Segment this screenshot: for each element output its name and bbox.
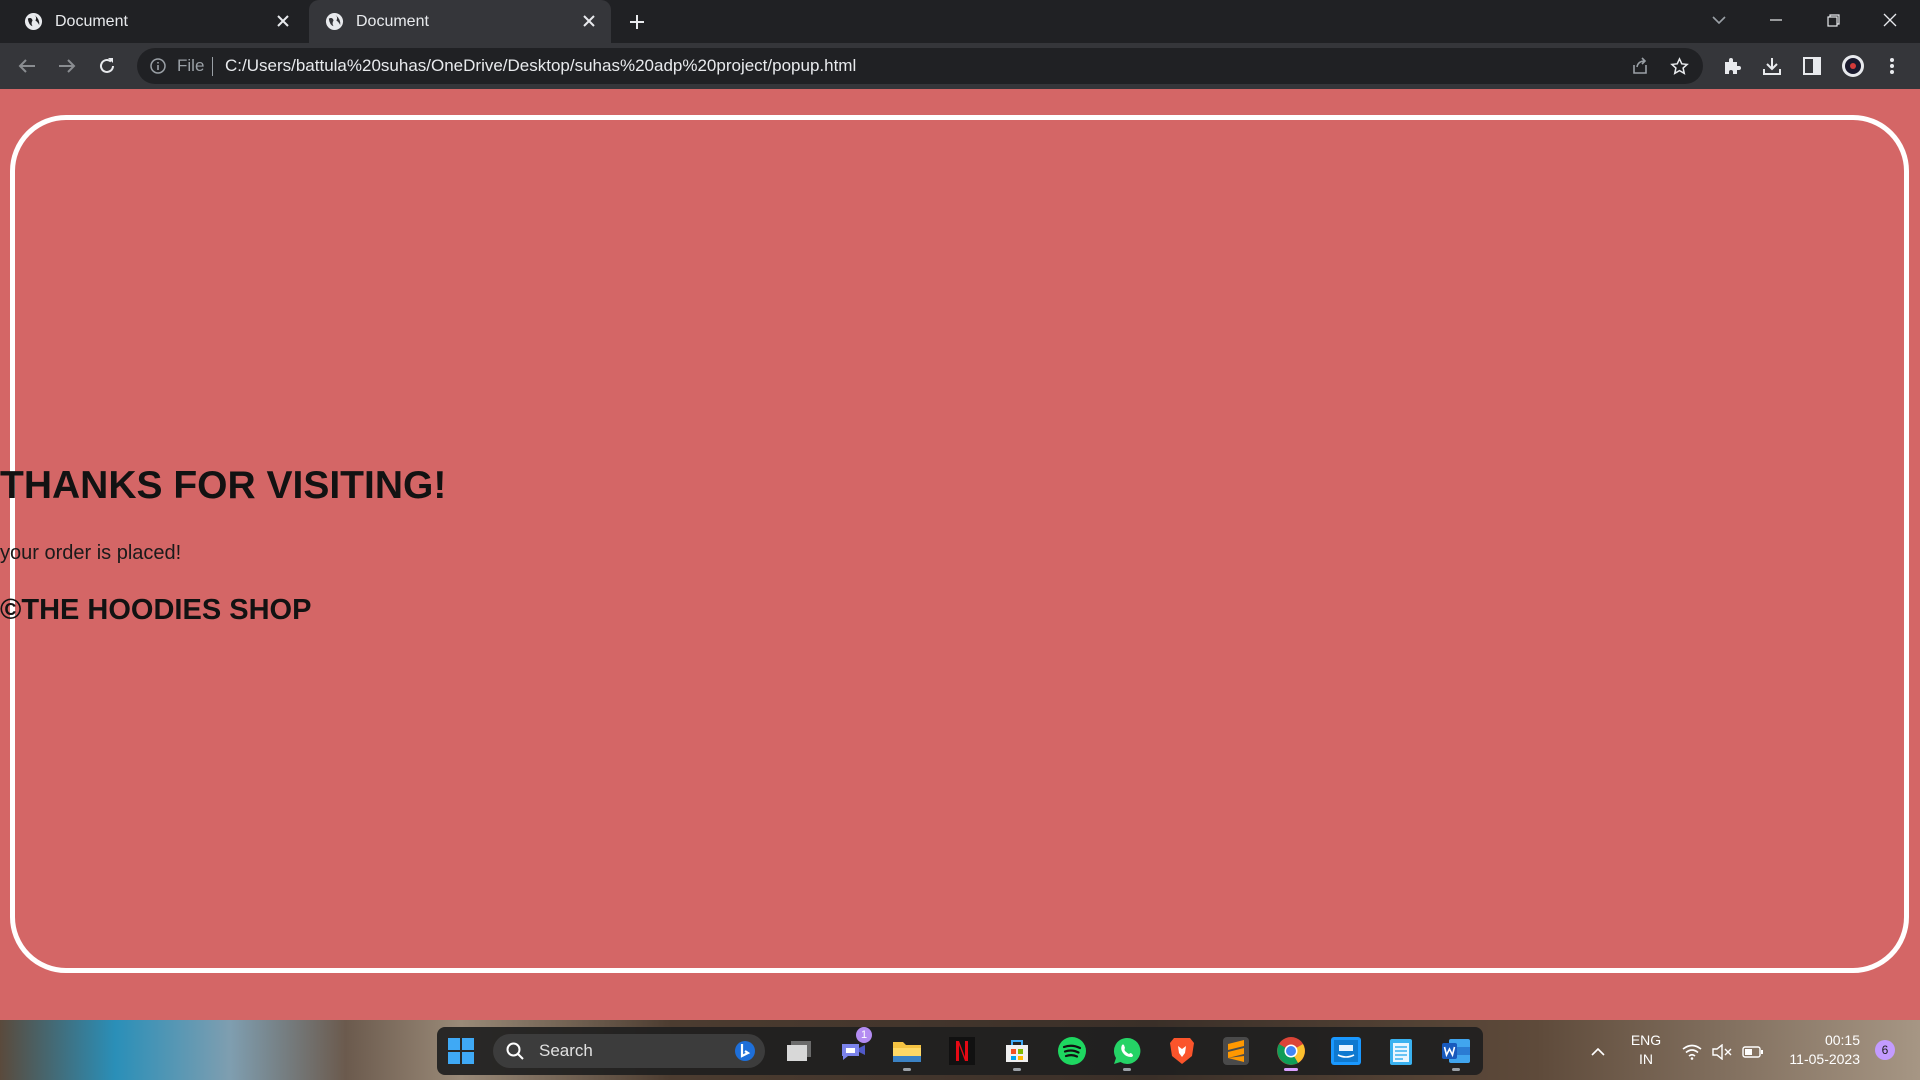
share-icon[interactable] [1630,56,1650,76]
running-indicator [1013,1068,1021,1071]
address-bar[interactable]: File C:/Users/battula%20suhas/OneDrive/D… [137,48,1703,84]
language-code: ENG [1630,1032,1662,1048]
running-indicator [1123,1068,1131,1071]
tab-strip: Document Document [0,0,1920,43]
globe-icon [325,12,344,31]
close-window-button[interactable] [1862,0,1918,40]
search-icon [505,1041,525,1061]
new-tab-button[interactable] [624,9,650,35]
info-icon[interactable] [149,57,167,75]
region-code: IN [1639,1051,1653,1067]
clock-time: 00:15 [1824,1032,1860,1048]
running-indicator [903,1068,911,1071]
close-tab-icon[interactable] [579,11,599,31]
tab-search-chevron-icon[interactable] [1691,0,1747,40]
show-hidden-icons-chevron-icon[interactable] [1586,1030,1610,1074]
teams-chat-icon[interactable]: 1 [832,1027,874,1072]
scheme-label: File [177,56,205,75]
tab-title: Document [356,12,429,30]
forward-button[interactable] [52,51,82,81]
bing-icon[interactable] [733,1039,757,1063]
bookmark-star-icon[interactable] [1669,56,1689,76]
side-panel-icon[interactable] [1800,54,1824,78]
back-button[interactable] [12,51,42,81]
file-explorer-icon[interactable] [886,1030,928,1072]
chat-badge: 1 [856,1027,872,1043]
task-view-icon[interactable] [778,1030,820,1072]
page-viewport: THANKS FOR VISITING! your order is place… [0,89,1920,1020]
prime-video-icon[interactable] [1325,1030,1367,1072]
scheme-divider [212,57,213,76]
spotify-icon[interactable] [1051,1030,1093,1072]
running-indicator [1452,1068,1460,1071]
notification-badge[interactable]: 6 [1875,1040,1895,1060]
url-text[interactable]: C:/Users/battula%20suhas/OneDrive/Deskto… [225,56,856,76]
notepad-icon[interactable] [1380,1030,1422,1072]
restore-button[interactable] [1805,0,1861,40]
extensions-icon[interactable] [1720,54,1744,78]
taskbar-search[interactable]: Search [493,1034,765,1068]
battery-icon[interactable] [1740,1030,1766,1074]
volume-muted-icon[interactable] [1710,1030,1734,1074]
tab-document-2[interactable]: Document [309,0,611,43]
wifi-icon[interactable] [1680,1030,1704,1074]
globe-icon [24,12,43,31]
microsoft-store-icon[interactable] [996,1030,1038,1072]
order-status-text: your order is placed! [0,542,182,564]
profile-avatar[interactable] [1841,54,1865,78]
running-indicator [1284,1068,1298,1071]
language-indicator[interactable]: ENG IN [1626,1031,1666,1069]
sublime-text-icon[interactable] [1215,1030,1257,1072]
brave-icon[interactable] [1161,1030,1203,1072]
chrome-icon[interactable] [1270,1030,1312,1072]
search-label: Search [539,1041,593,1060]
taskbar-clock[interactable]: 00:15 11-05-2023 [1776,1031,1860,1069]
browser-toolbar: File C:/Users/battula%20suhas/OneDrive/D… [0,43,1920,89]
tab-title: Document [55,12,128,30]
start-button[interactable] [440,1030,482,1072]
reload-button[interactable] [92,51,122,81]
clock-date: 11-05-2023 [1789,1051,1860,1067]
page-title: THANKS FOR VISITING! [0,464,447,507]
netflix-icon[interactable] [941,1030,983,1072]
download-icon[interactable] [1760,54,1784,78]
whatsapp-icon[interactable] [1106,1030,1148,1072]
word-icon[interactable] [1435,1030,1477,1072]
shop-brand: ©THE HOODIES SHOP [0,594,312,626]
tab-document-1[interactable]: Document [0,0,305,43]
close-tab-icon[interactable] [273,11,293,31]
more-menu-icon[interactable] [1880,54,1904,78]
minimize-button[interactable] [1748,0,1804,40]
